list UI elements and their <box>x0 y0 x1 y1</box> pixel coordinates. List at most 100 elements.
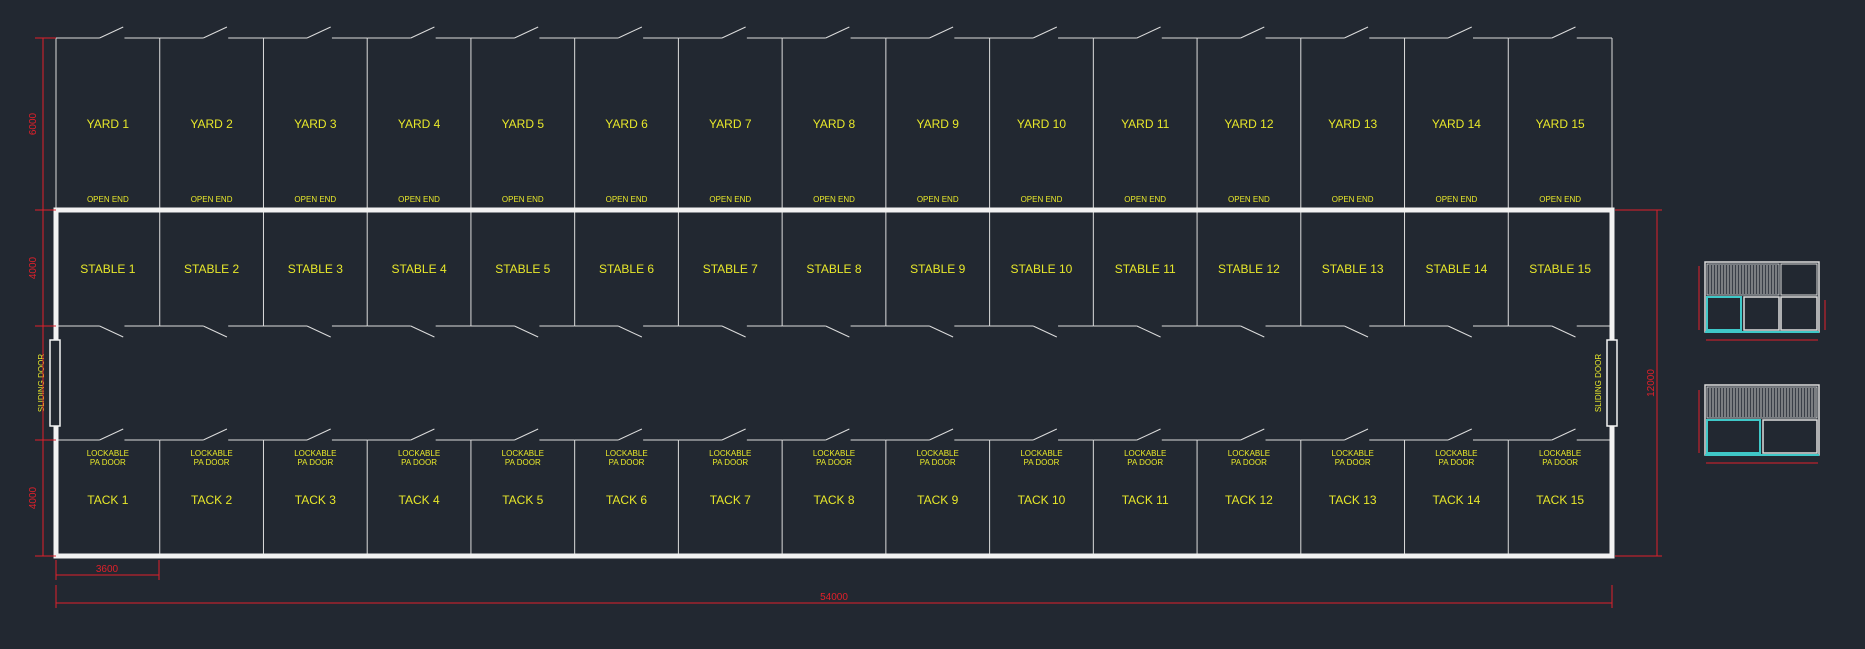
stable-label: STABLE 13 <box>1322 262 1384 276</box>
stable-door-door-swing <box>203 325 228 338</box>
tack-door-door-swing <box>1032 428 1058 441</box>
tack-door-door-swing <box>410 428 435 441</box>
pa-door-label-line2: PA DOOR <box>505 458 541 467</box>
sliding-door-left-label: SLIDING DOOR <box>37 354 46 412</box>
tack-label: TACK 8 <box>813 493 854 507</box>
tack-door-door-swing <box>306 428 331 441</box>
yard-label: YARD 10 <box>1017 117 1066 131</box>
pa-door-label-line1: LOCKABLE <box>1435 449 1477 458</box>
yard-label: YARD 6 <box>605 117 648 131</box>
pa-door-label-line1: LOCKABLE <box>1332 449 1374 458</box>
yard-label: YARD 7 <box>709 117 752 131</box>
tack-door-door-swing <box>1447 428 1472 441</box>
pa-door-label-line2: PA DOOR <box>609 458 645 467</box>
elevation-thumbnail-top <box>1698 261 1826 341</box>
yard-gate-door-swing <box>410 26 435 39</box>
dim-total-length: 54000 <box>820 592 848 603</box>
stable-label: STABLE 12 <box>1218 262 1280 276</box>
sliding-door-right <box>1606 339 1618 427</box>
tack-door-door-swing <box>1136 428 1161 441</box>
stable-label: STABLE 4 <box>391 262 446 276</box>
room-labels: YARD 1OPEN ENDSTABLE 1LOCKABLEPA DOORTAC… <box>80 117 1591 507</box>
stable-door-door-swing <box>99 325 124 338</box>
open-end-label: OPEN END <box>917 195 959 204</box>
dim-yard-depth: 6000 <box>28 112 39 135</box>
stable-label: STABLE 11 <box>1115 262 1176 276</box>
pa-door-label-line1: LOCKABLE <box>294 449 336 458</box>
elevation-thumbnail-bottom <box>1698 384 1820 464</box>
pa-door-label-line2: PA DOOR <box>401 458 437 467</box>
sliding-door-left <box>49 339 61 427</box>
yard-label: YARD 4 <box>398 117 441 131</box>
yard-gate-door-swing <box>203 26 228 39</box>
tack-label: TACK 15 <box>1536 493 1584 507</box>
stable-door-door-swing <box>1344 325 1369 338</box>
stable-door-door-swing <box>1032 325 1058 338</box>
stable-door-door-swing <box>514 325 539 338</box>
stable-door-door-swing <box>1447 325 1472 338</box>
open-end-label: OPEN END <box>502 195 544 204</box>
tack-door-door-swing <box>203 428 228 441</box>
stable-door-door-swing <box>410 325 435 338</box>
yard-label: YARD 14 <box>1432 117 1481 131</box>
open-end-label: OPEN END <box>87 195 129 204</box>
dim-bay-width: 3600 <box>96 564 119 575</box>
open-end-label: OPEN END <box>294 195 336 204</box>
pa-door-label-line1: LOCKABLE <box>1020 449 1062 458</box>
stable-label: STABLE 6 <box>599 262 654 276</box>
pa-door-label-line2: PA DOOR <box>297 458 333 467</box>
stable-label: STABLE 14 <box>1425 262 1487 276</box>
open-end-label: OPEN END <box>1436 195 1478 204</box>
yard-label: YARD 5 <box>502 117 545 131</box>
partition-walls <box>55 26 1613 556</box>
tack-label: TACK 13 <box>1329 493 1377 507</box>
tack-label: TACK 4 <box>399 493 440 507</box>
open-end-label: OPEN END <box>398 195 440 204</box>
dim-tack-depth: 4000 <box>28 486 39 509</box>
pa-door-label-line1: LOCKABLE <box>917 449 959 458</box>
open-end-label: OPEN END <box>1332 195 1374 204</box>
stable-label: STABLE 15 <box>1529 262 1591 276</box>
tack-door-door-swing <box>929 428 954 441</box>
pa-door-label-line2: PA DOOR <box>712 458 748 467</box>
yard-label: YARD 1 <box>87 117 130 131</box>
open-end-label: OPEN END <box>1124 195 1166 204</box>
open-end-label: OPEN END <box>1021 195 1063 204</box>
pa-door-label-line1: LOCKABLE <box>1539 449 1581 458</box>
yard-gate-door-swing <box>825 26 850 39</box>
pa-door-label-line2: PA DOOR <box>816 458 852 467</box>
stable-door-door-swing <box>618 325 643 338</box>
pa-door-label-line2: PA DOOR <box>1335 458 1371 467</box>
yard-gate-door-swing <box>1551 26 1576 39</box>
tack-label: TACK 2 <box>191 493 232 507</box>
pa-door-label-line1: LOCKABLE <box>1124 449 1166 458</box>
tack-label: TACK 7 <box>710 493 751 507</box>
yard-label: YARD 8 <box>813 117 856 131</box>
tack-label: TACK 10 <box>1018 493 1066 507</box>
dim-total-width: 12000 <box>1646 369 1657 397</box>
yard-label: YARD 13 <box>1328 117 1377 131</box>
pa-door-label-line2: PA DOOR <box>194 458 230 467</box>
tack-door-door-swing <box>721 428 746 441</box>
pa-door-label-line1: LOCKABLE <box>709 449 751 458</box>
open-end-label: OPEN END <box>191 195 233 204</box>
stable-label: STABLE 8 <box>806 262 861 276</box>
tack-label: TACK 6 <box>606 493 647 507</box>
pa-door-label-line2: PA DOOR <box>1542 458 1578 467</box>
stable-door-door-swing <box>929 325 954 338</box>
yard-label: YARD 3 <box>294 117 337 131</box>
pa-door-label-line2: PA DOOR <box>1127 458 1163 467</box>
stable-label: STABLE 1 <box>80 262 135 276</box>
tack-label: TACK 3 <box>295 493 336 507</box>
open-end-label: OPEN END <box>1539 195 1581 204</box>
stable-door-door-swing <box>1136 325 1161 338</box>
tack-label: TACK 14 <box>1433 493 1481 507</box>
open-end-label: OPEN END <box>606 195 648 204</box>
yard-gate-door-swing <box>1032 26 1058 39</box>
tack-label: TACK 5 <box>502 493 543 507</box>
stable-label: STABLE 2 <box>184 262 239 276</box>
yard-gate-door-swing <box>721 26 746 39</box>
stable-door-door-swing <box>721 325 746 338</box>
yard-label: YARD 11 <box>1121 117 1170 131</box>
pa-door-label-line1: LOCKABLE <box>398 449 440 458</box>
